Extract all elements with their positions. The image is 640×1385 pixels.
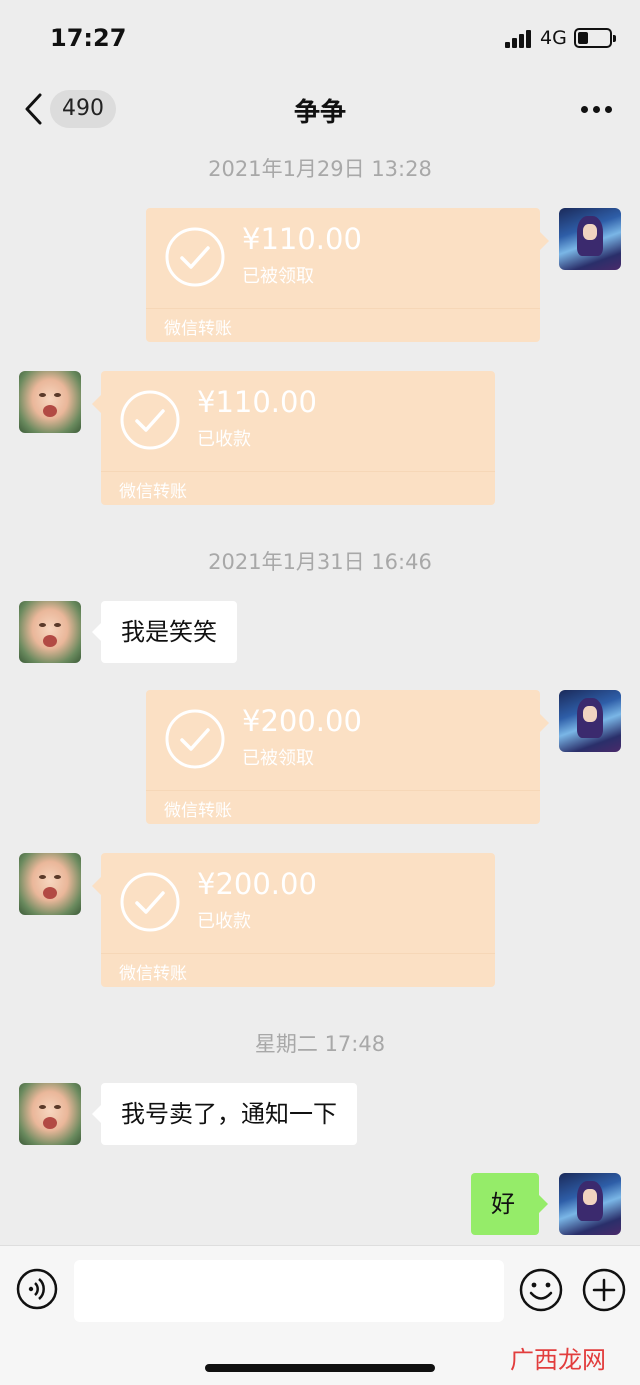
transfer-card-received[interactable]: ¥110.00 已收款 微信转账 [92,371,495,505]
timestamp: 2021年1月31日 16:46 [208,550,432,574]
transfer-source-label: 微信转账 [164,319,232,339]
message-bubble-sent[interactable]: 好 [471,1173,548,1235]
message-text: 我是笑笑 [121,618,217,646]
transfer-card-sent[interactable]: ¥200.00 已被领取 微信转账 [146,690,549,824]
transfer-source-label: 微信转账 [119,482,187,502]
transfer-card-received[interactable]: ¥200.00 已收款 微信转账 [92,853,495,987]
message-bubble-received[interactable]: 我号卖了，通知一下 [92,1083,357,1145]
watermark: 广西龙网 [510,1346,606,1374]
status-bar: 17:27 4G [0,0,640,76]
transfer-amount: ¥200.00 [197,867,317,901]
voice-icon[interactable] [16,1268,58,1310]
transfer-status: 已被领取 [242,266,314,287]
divider [101,953,495,954]
timestamp: 2021年1月29日 13:28 [208,157,432,181]
transfer-status: 已收款 [197,429,251,450]
signal-bars-icon [505,30,533,48]
home-indicator[interactable] [205,1364,435,1372]
plus-icon[interactable] [582,1268,626,1312]
ellipsis-icon[interactable] [581,106,613,114]
transfer-source-label: 微信转账 [164,801,232,821]
chat-nav-bar: 490 争争 [0,76,640,142]
divider [146,790,540,791]
transfer-status: 已被领取 [242,748,314,769]
check-circle-icon [120,872,180,932]
divider [101,471,495,472]
my-avatar[interactable] [559,1173,621,1235]
message-input[interactable] [74,1260,504,1322]
chat-title: 争争 [293,98,346,128]
divider [146,308,540,309]
my-avatar[interactable] [559,208,621,270]
contact-avatar[interactable] [19,853,81,915]
contact-avatar[interactable] [19,371,81,433]
check-circle-icon [120,390,180,450]
emoji-icon[interactable] [519,1268,563,1312]
contact-avatar[interactable] [19,1083,81,1145]
network-label: 4G [540,27,567,49]
transfer-amount: ¥110.00 [197,385,317,419]
transfer-amount: ¥110.00 [242,222,362,256]
contact-avatar[interactable] [19,601,81,663]
message-text: 好 [491,1190,515,1218]
transfer-amount: ¥200.00 [242,704,362,738]
message-text: 我号卖了，通知一下 [121,1100,337,1128]
transfer-card-sent[interactable]: ¥110.00 已被领取 微信转账 [146,208,549,342]
timestamp: 星期二 17:48 [254,1032,386,1056]
status-time: 17:27 [50,24,127,52]
transfer-source-label: 微信转账 [119,964,187,984]
my-avatar[interactable] [559,690,621,752]
check-circle-icon [165,227,225,287]
check-circle-icon [165,709,225,769]
battery-icon [574,28,616,48]
message-bubble-received[interactable]: 我是笑笑 [92,601,237,663]
transfer-status: 已收款 [197,911,251,932]
